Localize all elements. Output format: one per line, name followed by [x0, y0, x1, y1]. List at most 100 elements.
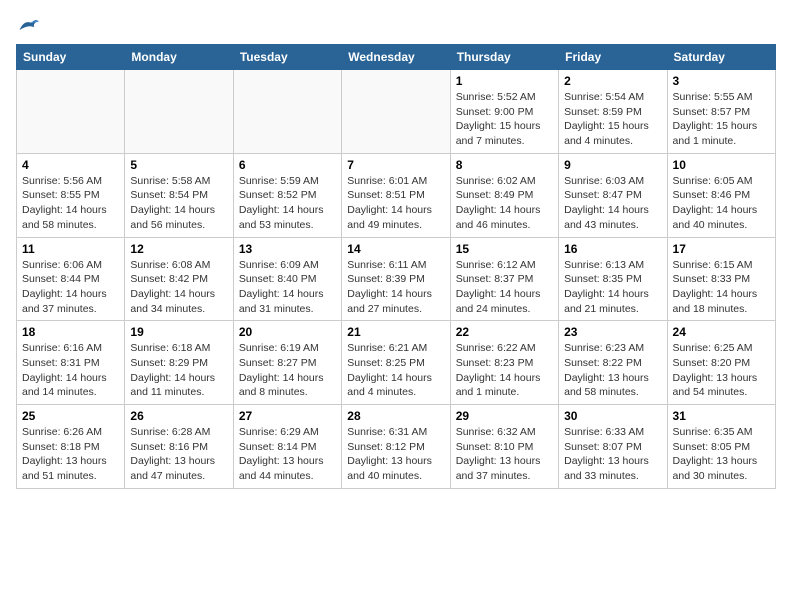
day-number: 15 [456, 242, 553, 256]
daylight-text: Daylight: 14 hours and 8 minutes. [239, 371, 336, 400]
day-info: Sunrise: 6:18 AMSunset: 8:29 PMDaylight:… [130, 341, 227, 400]
calendar-day-cell: 5Sunrise: 5:58 AMSunset: 8:54 PMDaylight… [125, 153, 233, 237]
calendar-day-cell: 4Sunrise: 5:56 AMSunset: 8:55 PMDaylight… [17, 153, 125, 237]
sunset-text: Sunset: 8:05 PM [673, 440, 770, 455]
sunset-text: Sunset: 8:10 PM [456, 440, 553, 455]
sunset-text: Sunset: 9:00 PM [456, 105, 553, 120]
calendar-day-cell: 22 Sunrise: 6:22 AMSunset: 8:23 PMDayligh… [450, 321, 558, 405]
sunset-text: Sunset: 8:22 PM [564, 356, 661, 371]
sunrise-text: Sunrise: 5:54 AM [564, 90, 661, 105]
calendar-header-thursday: Thursday [450, 45, 558, 70]
calendar-week-1: 1Sunrise: 5:52 AMSunset: 9:00 PMDaylight… [17, 70, 776, 154]
sunset-text: Sunset: 8:20 PM [673, 356, 770, 371]
day-number: 13 [239, 242, 336, 256]
day-info: Sunrise: 6:33 AMSunset: 8:07 PMDaylight:… [564, 425, 661, 484]
sunrise-text: Sunrise: 6:31 AM [347, 425, 444, 440]
sunset-text: Sunset: 8:27 PM [239, 356, 336, 371]
calendar-header-friday: Friday [559, 45, 667, 70]
day-info: Sunrise: 6:02 AMSunset: 8:49 PMDaylight:… [456, 174, 553, 233]
sunset-text: Sunset: 8:59 PM [564, 105, 661, 120]
sunset-text: Sunset: 8:55 PM [22, 188, 119, 203]
day-number: 24 [673, 325, 770, 339]
sunset-text: Sunset: 8:40 PM [239, 272, 336, 287]
day-info: Sunrise: 6:26 AMSunset: 8:18 PMDaylight:… [22, 425, 119, 484]
sunset-text: Sunset: 8:16 PM [130, 440, 227, 455]
sunrise-text: Sunrise: 6:05 AM [673, 174, 770, 189]
daylight-text: Daylight: 14 hours and 40 minutes. [673, 203, 770, 232]
day-info: Sunrise: 6:22 AMSunset: 8:23 PMDaylight:… [456, 341, 553, 400]
day-info: Sunrise: 6:28 AMSunset: 8:16 PMDaylight:… [130, 425, 227, 484]
sunset-text: Sunset: 8:46 PM [673, 188, 770, 203]
sunset-text: Sunset: 8:47 PM [564, 188, 661, 203]
calendar-day-cell: 26Sunrise: 6:28 AMSunset: 8:16 PMDayligh… [125, 405, 233, 489]
daylight-text: Daylight: 15 hours and 4 minutes. [564, 119, 661, 148]
day-number: 2 [564, 74, 661, 88]
sunset-text: Sunset: 8:29 PM [130, 356, 227, 371]
sunrise-text: Sunrise: 6:08 AM [130, 258, 227, 273]
calendar-day-cell: 10Sunrise: 6:05 AMSunset: 8:46 PMDayligh… [667, 153, 775, 237]
sunset-text: Sunset: 8:44 PM [22, 272, 119, 287]
calendar-header-row: SundayMondayTuesdayWednesdayThursdayFrid… [17, 45, 776, 70]
sunrise-text: Sunrise: 6:33 AM [564, 425, 661, 440]
calendar-day-cell: 24Sunrise: 6:25 AMSunset: 8:20 PMDayligh… [667, 321, 775, 405]
sunrise-text: Sunrise: 6:13 AM [564, 258, 661, 273]
sunset-text: Sunset: 8:35 PM [564, 272, 661, 287]
calendar-day-cell: 1Sunrise: 5:52 AMSunset: 9:00 PMDaylight… [450, 70, 558, 154]
sunrise-text: Sunrise: 6:22 AM [456, 341, 553, 356]
day-info: Sunrise: 5:58 AMSunset: 8:54 PMDaylight:… [130, 174, 227, 233]
daylight-text: Daylight: 13 hours and 33 minutes. [564, 454, 661, 483]
calendar-week-5: 25Sunrise: 6:26 AMSunset: 8:18 PMDayligh… [17, 405, 776, 489]
day-info: Sunrise: 6:09 AMSunset: 8:40 PMDaylight:… [239, 258, 336, 317]
day-number: 7 [347, 158, 444, 172]
sunrise-text: Sunrise: 5:56 AM [22, 174, 119, 189]
daylight-text: Daylight: 13 hours and 44 minutes. [239, 454, 336, 483]
sunset-text: Sunset: 8:33 PM [673, 272, 770, 287]
calendar-day-cell: 13 Sunrise: 6:09 AMSunset: 8:40 PMDayligh… [233, 237, 341, 321]
day-info: Sunrise: 5:56 AMSunset: 8:55 PMDaylight:… [22, 174, 119, 233]
sunrise-text: Sunrise: 6:19 AM [239, 341, 336, 356]
calendar-day-cell: 30Sunrise: 6:33 AMSunset: 8:07 PMDayligh… [559, 405, 667, 489]
calendar-day-cell: 23Sunrise: 6:23 AMSunset: 8:22 PMDayligh… [559, 321, 667, 405]
sunset-text: Sunset: 8:23 PM [456, 356, 553, 371]
calendar-day-cell: 9Sunrise: 6:03 AMSunset: 8:47 PMDaylight… [559, 153, 667, 237]
day-info: Sunrise: 5:59 AMSunset: 8:52 PMDaylight:… [239, 174, 336, 233]
calendar-header-wednesday: Wednesday [342, 45, 450, 70]
calendar-day-cell: 7Sunrise: 6:01 AMSunset: 8:51 PMDaylight… [342, 153, 450, 237]
day-info: Sunrise: 6:29 AMSunset: 8:14 PMDaylight:… [239, 425, 336, 484]
daylight-text: Daylight: 14 hours and 21 minutes. [564, 287, 661, 316]
page-header [16, 16, 776, 34]
sunrise-text: Sunrise: 6:35 AM [673, 425, 770, 440]
calendar-day-cell: 16Sunrise: 6:13 AMSunset: 8:35 PMDayligh… [559, 237, 667, 321]
daylight-text: Daylight: 13 hours and 30 minutes. [673, 454, 770, 483]
daylight-text: Daylight: 14 hours and 46 minutes. [456, 203, 553, 232]
sunrise-text: Sunrise: 6:25 AM [673, 341, 770, 356]
day-number: 18 [22, 325, 119, 339]
day-number: 27 [239, 409, 336, 423]
day-info: Sunrise: 6:15 AMSunset: 8:33 PMDaylight:… [673, 258, 770, 317]
calendar-day-cell [125, 70, 233, 154]
daylight-text: Daylight: 14 hours and 43 minutes. [564, 203, 661, 232]
day-number: 21 [347, 325, 444, 339]
daylight-text: Daylight: 14 hours and 24 minutes. [456, 287, 553, 316]
calendar-day-cell: 21Sunrise: 6:21 AMSunset: 8:25 PMDayligh… [342, 321, 450, 405]
day-info: Sunrise: 5:52 AMSunset: 9:00 PMDaylight:… [456, 90, 553, 149]
daylight-text: Daylight: 13 hours and 40 minutes. [347, 454, 444, 483]
daylight-text: Daylight: 15 hours and 7 minutes. [456, 119, 553, 148]
day-info: Sunrise: 6:32 AMSunset: 8:10 PMDaylight:… [456, 425, 553, 484]
daylight-text: Daylight: 15 hours and 1 minute. [673, 119, 770, 148]
calendar-header-sunday: Sunday [17, 45, 125, 70]
sunrise-text: Sunrise: 5:59 AM [239, 174, 336, 189]
calendar-day-cell: 12Sunrise: 6:08 AMSunset: 8:42 PMDayligh… [125, 237, 233, 321]
calendar-header-tuesday: Tuesday [233, 45, 341, 70]
daylight-text: Daylight: 14 hours and 37 minutes. [22, 287, 119, 316]
calendar-table: SundayMondayTuesdayWednesdayThursdayFrid… [16, 44, 776, 489]
sunrise-text: Sunrise: 5:52 AM [456, 90, 553, 105]
day-info: Sunrise: 6:16 AMSunset: 8:31 PMDaylight:… [22, 341, 119, 400]
day-number: 6 [239, 158, 336, 172]
day-number: 22 [456, 325, 553, 339]
day-info: Sunrise: 5:55 AMSunset: 8:57 PMDaylight:… [673, 90, 770, 149]
daylight-text: Daylight: 14 hours and 31 minutes. [239, 287, 336, 316]
day-number: 17 [673, 242, 770, 256]
day-number: 12 [130, 242, 227, 256]
day-number: 29 [456, 409, 553, 423]
